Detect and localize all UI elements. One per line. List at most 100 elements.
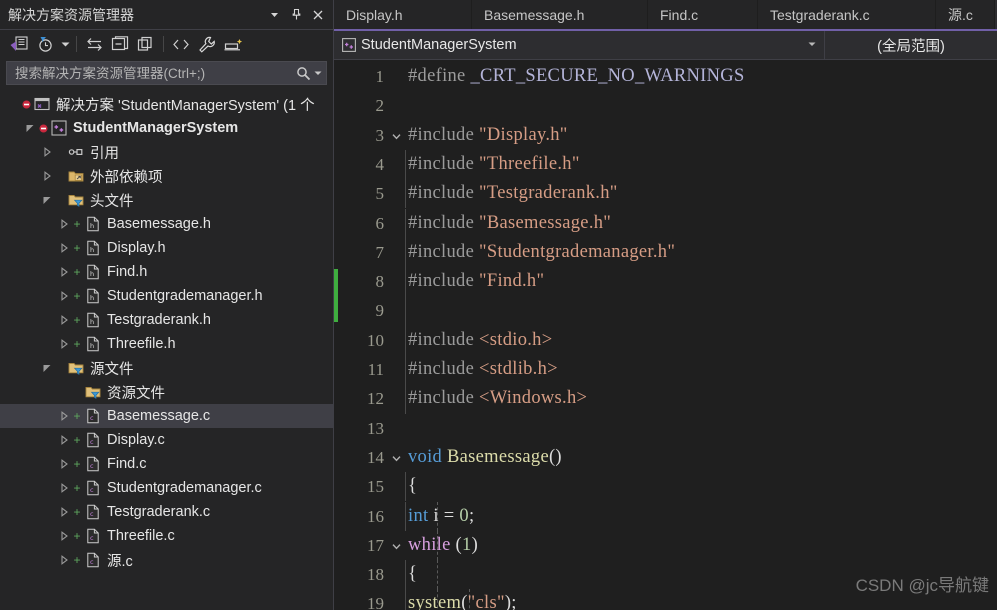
indent-guide <box>405 589 406 610</box>
tree-item-find.c[interactable]: + c Find.c <box>0 452 333 476</box>
solution-explorer-search-box[interactable] <box>6 61 327 85</box>
editor-tab-testgraderank.c[interactable]: Testgraderank.c <box>758 0 936 29</box>
editor-tab--.c[interactable]: 源.c <box>936 0 995 29</box>
expander-collapsed-icon[interactable] <box>57 428 71 452</box>
line-number: 17 <box>367 535 384 555</box>
pin-icon[interactable] <box>285 4 307 26</box>
collapse-all-icon[interactable] <box>107 32 133 56</box>
line-number: 10 <box>367 330 384 350</box>
search-dropdown-caret-icon[interactable] <box>314 69 324 77</box>
code-line: #include "Testgraderank.h" <box>408 183 618 204</box>
code-line: while (1) <box>408 534 479 555</box>
code-brackets-icon[interactable] <box>168 32 194 56</box>
toolbar-separator-2 <box>163 36 164 52</box>
tree-item-label: 资源文件 <box>107 385 165 402</box>
pending-changes-clock-icon[interactable] <box>32 32 58 56</box>
tree-item-find.h[interactable]: + h Find.h <box>0 260 333 284</box>
show-all-files-icon[interactable] <box>133 32 159 56</box>
c-file-icon: c <box>83 456 103 472</box>
h-file-icon: h <box>83 264 103 280</box>
source-control-add-icon: + <box>73 529 81 543</box>
code-editor[interactable]: 1 #define _CRT_SECURE_NO_WARNINGS 2 3 #inclu… <box>334 60 997 610</box>
search-input[interactable] <box>13 64 292 82</box>
clock-dropdown-caret-icon[interactable] <box>58 32 72 56</box>
project-dropdown[interactable]: StudentManagerSystem <box>334 31 825 59</box>
expander-collapsed-icon[interactable] <box>57 212 71 236</box>
expander-collapsed-icon[interactable] <box>40 140 54 164</box>
tree-item-label: Basemessage.h <box>107 216 211 232</box>
collapse-region-chevron-icon[interactable] <box>388 121 404 150</box>
expander-collapsed-icon[interactable] <box>57 260 71 284</box>
editor-tab-basemessage.h[interactable]: Basemessage.h <box>472 0 648 29</box>
code-text-area[interactable]: 1 #define _CRT_SECURE_NO_WARNINGS 2 3 #inclu… <box>338 60 997 610</box>
tree-item-[interactable]: 引用 <box>0 140 333 164</box>
solution-tree: 解决方案 'StudentManagerSystem' (1 个 StudentM… <box>0 90 333 610</box>
indent-guide <box>405 149 406 180</box>
indent-guide <box>437 560 438 590</box>
line-number: 18 <box>367 565 384 585</box>
c-file-icon: c <box>83 432 103 448</box>
expander-collapsed-icon[interactable] <box>57 500 71 524</box>
panel-dropdown-icon[interactable] <box>263 4 285 26</box>
ext-deps-icon <box>66 168 86 184</box>
expander-collapsed-icon[interactable] <box>57 452 71 476</box>
expander-collapsed-icon[interactable] <box>57 548 71 572</box>
source-control-add-icon: + <box>73 409 81 423</box>
source-control-add-icon: + <box>73 481 81 495</box>
tree-item-threefile.h[interactable]: + h Threefile.h <box>0 332 333 356</box>
close-icon[interactable] <box>307 4 329 26</box>
tree-item-[interactable]: 头文件 <box>0 188 333 212</box>
expander-collapsed-icon[interactable] <box>57 524 71 548</box>
editor-tab-find.c[interactable]: Find.c <box>648 0 758 29</box>
collapse-region-chevron-icon[interactable] <box>388 531 404 560</box>
switch-views-icon[interactable] <box>81 32 107 56</box>
tree-item-display.h[interactable]: + h Display.h <box>0 236 333 260</box>
h-file-icon: h <box>83 288 103 304</box>
collapse-region-chevron-icon[interactable] <box>388 443 404 472</box>
solution-explorer-panel: 解决方案资源管理器 搜索解决方案资源管理器(Ctrl+;) 解决方案 'Stud… <box>0 0 334 610</box>
expander-collapsed-icon[interactable] <box>57 404 71 428</box>
expander-expanded-icon[interactable] <box>23 116 37 140</box>
scope-dropdown[interactable]: (全局范围) <box>825 31 997 59</box>
home-sync-icon[interactable] <box>6 32 32 56</box>
references-icon <box>66 144 86 160</box>
tree-item-basemessage.h[interactable]: + h Basemessage.h <box>0 212 333 236</box>
expander-collapsed-icon[interactable] <box>57 284 71 308</box>
tree-item-studentmanagersystem-1[interactable]: 解决方案 'StudentManagerSystem' (1 个 <box>0 92 333 116</box>
tree-item-testgraderank.h[interactable]: + h Testgraderank.h <box>0 308 333 332</box>
tree-item-label: Display.h <box>107 240 166 256</box>
tree-item-label: StudentManagerSystem <box>73 120 239 136</box>
search-icon[interactable] <box>292 66 314 81</box>
tree-item-studentmanagersystem[interactable]: StudentManagerSystem <box>0 116 333 140</box>
line-number: 2 <box>375 96 385 116</box>
expander-collapsed-icon[interactable] <box>57 476 71 500</box>
indent-guide <box>405 560 406 590</box>
tree-item-studentgrademanager.c[interactable]: + c Studentgrademanager.c <box>0 476 333 500</box>
expander-collapsed-icon[interactable] <box>40 164 54 188</box>
tree-item-studentgrademanager.h[interactable]: + h Studentgrademanager.h <box>0 284 333 308</box>
indent-guide <box>405 237 406 268</box>
expander-collapsed-icon[interactable] <box>57 308 71 332</box>
tree-item-.c[interactable]: + c 源.c <box>0 548 333 572</box>
properties-wrench-icon[interactable] <box>194 32 220 56</box>
tree-item-threefile.c[interactable]: + c Threefile.c <box>0 524 333 548</box>
indent-guide <box>405 179 406 209</box>
tree-item-testgraderank.c[interactable]: + c Testgraderank.c <box>0 500 333 524</box>
project-dropdown-caret-icon[interactable] <box>804 40 820 50</box>
expander-collapsed-icon[interactable] <box>57 332 71 356</box>
line-number: 5 <box>375 184 385 204</box>
expander-expanded-icon[interactable] <box>40 188 54 212</box>
tree-item-[interactable]: 外部依赖项 <box>0 164 333 188</box>
source-control-add-icon: + <box>73 505 81 519</box>
expander-expanded-icon[interactable] <box>40 356 54 380</box>
tree-item-display.c[interactable]: + c Display.c <box>0 428 333 452</box>
tree-item-[interactable]: 资源文件 <box>0 380 333 404</box>
tree-item-basemessage.c[interactable]: + c Basemessage.c <box>0 404 333 428</box>
preview-icon[interactable] <box>220 32 246 56</box>
indent-guide <box>405 208 406 238</box>
expander-collapsed-icon[interactable] <box>57 236 71 260</box>
svg-text:c: c <box>90 438 94 446</box>
tree-item-[interactable]: 源文件 <box>0 356 333 380</box>
svg-text:h: h <box>90 222 94 230</box>
editor-tab-display.h[interactable]: Display.h <box>334 0 472 29</box>
